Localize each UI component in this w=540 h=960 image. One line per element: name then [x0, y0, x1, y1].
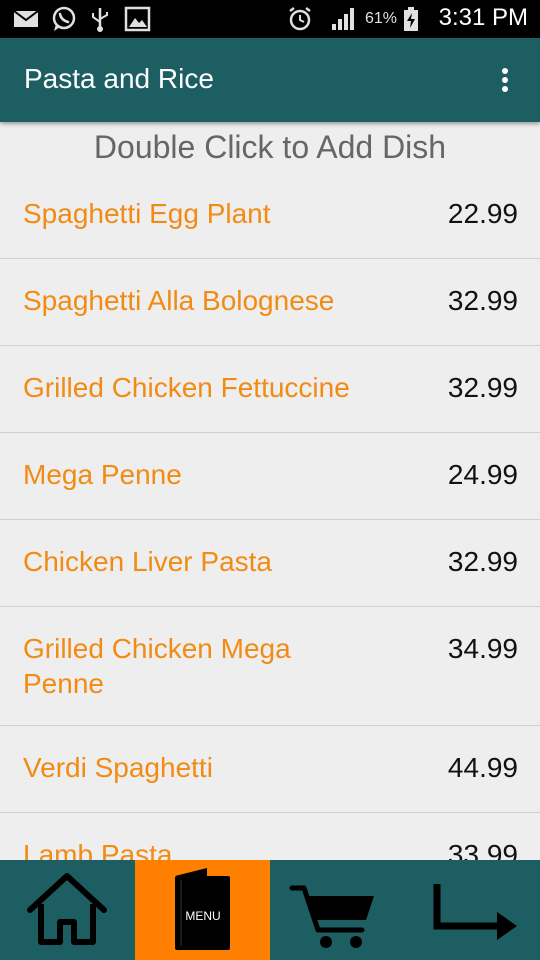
page-title: Pasta and Rice	[24, 63, 214, 94]
gallery-icon	[124, 6, 151, 32]
dish-name: Lamb Pasta	[23, 839, 173, 860]
usb-icon	[92, 8, 108, 32]
dish-price: 24.99	[447, 459, 518, 490]
dish-row[interactable]: Spaghetti Alla Bolognese 32.99	[0, 259, 540, 346]
status-clock: 3:31 PM	[438, 4, 528, 31]
dish-price: 22.99	[447, 198, 518, 229]
forward-arrow-icon	[433, 884, 517, 940]
battery-percentage: 61%	[365, 10, 398, 27]
dish-price: 44.99	[447, 752, 518, 783]
dish-name: Chicken Liver Pasta	[23, 546, 273, 577]
nav-home-button[interactable]	[0, 860, 135, 960]
mail-icon	[13, 10, 39, 27]
dish-price: 33.99	[447, 839, 518, 860]
dish-row[interactable]: Mega Penne 24.99	[0, 433, 540, 520]
cart-icon	[289, 885, 374, 948]
dish-row[interactable]: Spaghetti Egg Plant 22.99	[0, 172, 540, 259]
dish-name: Spaghetti Egg Plant	[23, 198, 271, 229]
home-icon	[27, 873, 107, 945]
dish-row[interactable]: Lamb Pasta 33.99	[0, 813, 540, 860]
dish-name: Spaghetti Alla Bolognese	[23, 285, 335, 316]
dish-row[interactable]: Verdi Spaghetti 44.99	[0, 726, 540, 813]
alarm-icon	[289, 7, 311, 31]
dish-name: Grilled Chicken Mega Penne	[23, 633, 291, 699]
nav-cart-button[interactable]	[270, 860, 405, 960]
dish-list[interactable]: Spaghetti Egg Plant 22.99 Spaghetti Alla…	[0, 172, 540, 860]
dish-name: Verdi Spaghetti	[23, 752, 213, 783]
dish-row[interactable]: Chicken Liver Pasta 32.99	[0, 520, 540, 607]
menu-content[interactable]: Double Click to Add Dish Spaghetti Egg P…	[0, 122, 540, 860]
battery-icon	[404, 7, 418, 31]
dish-row[interactable]: Grilled Chicken Fettuccine 32.99	[0, 346, 540, 433]
signal-icon	[332, 8, 354, 30]
status-bar: 61% 3:31 PM	[0, 0, 540, 38]
dish-name: Mega Penne	[23, 459, 182, 490]
nav-next-button[interactable]	[405, 860, 540, 960]
dish-name: Grilled Chicken Fettuccine	[23, 372, 350, 403]
menu-label: MENU	[185, 909, 221, 923]
dish-price: 32.99	[447, 285, 518, 316]
add-dish-hint: Double Click to Add Dish	[93, 129, 447, 165]
nav-menu-button[interactable]: MENU	[135, 860, 270, 960]
bottom-nav: MENU	[0, 860, 540, 960]
dish-price: 32.99	[447, 372, 518, 403]
overflow-menu-button[interactable]	[486, 64, 522, 96]
dish-price: 32.99	[447, 546, 518, 577]
whatsapp-icon	[52, 6, 76, 31]
dish-row[interactable]: Grilled Chicken Mega Penne 34.99	[0, 607, 540, 726]
app-bar: Pasta and Rice	[0, 38, 540, 122]
dish-price: 34.99	[447, 633, 518, 664]
